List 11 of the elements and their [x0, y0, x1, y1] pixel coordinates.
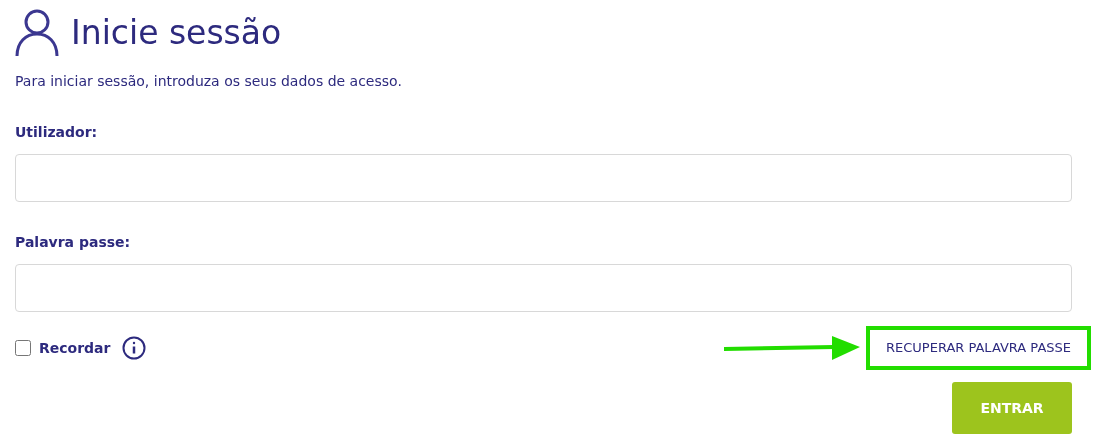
page-title: Inicie sessão — [71, 15, 282, 49]
intro-text: Para iniciar sessão, introduza os seus dados de acesso. — [15, 72, 403, 91]
input-field[interactable] — [15, 154, 1072, 202]
input-field[interactable] — [15, 264, 1072, 312]
remember-label: Recordar — [39, 338, 111, 358]
recover-password-link[interactable]: RECUPERAR PALAVRA PASSE — [866, 326, 1091, 370]
remember-checkbox[interactable] — [15, 340, 31, 356]
user-icon — [15, 8, 59, 56]
field-label: Utilizador: — [15, 123, 99, 142]
info-icon[interactable] — [122, 336, 147, 360]
field-label: Palavra passe: — [15, 233, 132, 252]
